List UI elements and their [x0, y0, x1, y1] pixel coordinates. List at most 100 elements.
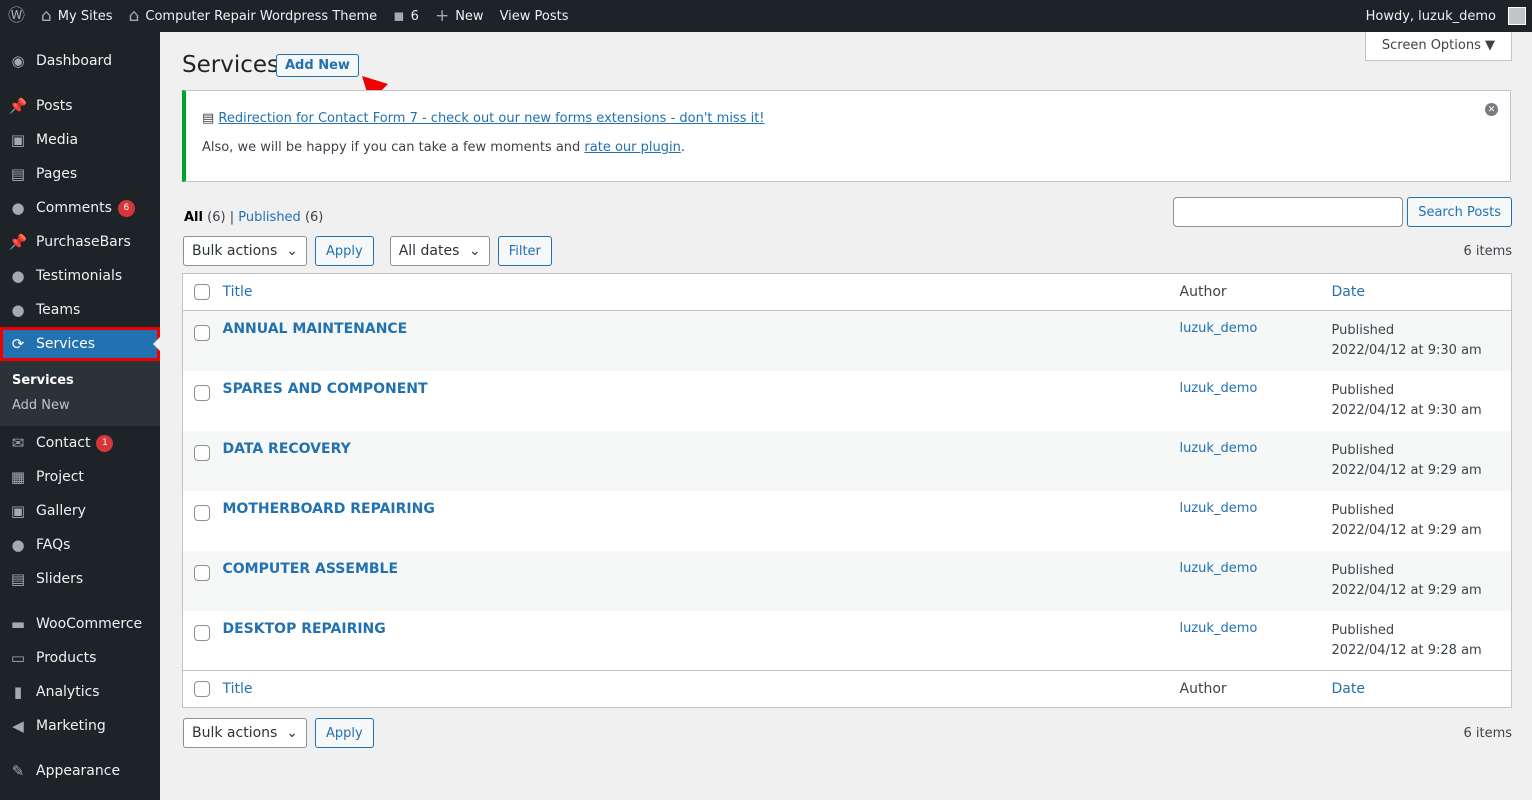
author-link[interactable]: luzuk_demo: [1180, 381, 1258, 396]
sort-title[interactable]: Title: [223, 284, 253, 300]
sidebar-item-purchasebars[interactable]: 📌 PurchaseBars: [0, 225, 160, 259]
page-title: Services: [182, 52, 279, 78]
sidebar-item-products[interactable]: ▭ Products: [0, 641, 160, 675]
account-menu[interactable]: Howdy, luzuk_demo: [1358, 0, 1532, 32]
post-date: 2022/04/12 at 9:28 am: [1331, 642, 1482, 658]
teams-icon: ●: [11, 301, 25, 319]
row-checkbox[interactable]: [194, 564, 210, 581]
author-link[interactable]: luzuk_demo: [1180, 561, 1258, 576]
row-checkbox[interactable]: [194, 504, 210, 521]
screen-options-button[interactable]: Screen Options ▼: [1364, 32, 1512, 61]
sidebar-item-posts[interactable]: 📌 Posts: [0, 89, 160, 123]
table-row: COMPUTER ASSEMBLE luzuk_demo Published 2022…: [182, 550, 1512, 611]
mail-icon: ✉: [11, 434, 25, 452]
home-icon: ⌂: [128, 5, 140, 26]
rate-plugin-link[interactable]: rate our plugin: [584, 140, 680, 155]
post-status: Published: [1331, 382, 1395, 398]
row-title-link[interactable]: COMPUTER ASSEMBLE: [223, 561, 399, 577]
products-icon: ▭: [10, 649, 26, 667]
row-title-link[interactable]: DESKTOP REPAIRING: [223, 621, 386, 637]
sidebar-item-gallery[interactable]: ▣ Gallery: [0, 494, 160, 528]
comment-icon: ▪: [393, 5, 405, 26]
filter-all[interactable]: All: [184, 210, 203, 225]
bulk-actions-select[interactable]: Bulk actions ⌄: [183, 236, 307, 266]
new-content-link[interactable]: + New: [427, 0, 492, 32]
sidebar-item-services[interactable]: ⟳ Services: [0, 327, 160, 361]
sort-date[interactable]: Date: [1332, 681, 1365, 697]
brush-icon: ✎: [11, 762, 25, 780]
add-new-button[interactable]: Add New: [276, 54, 359, 77]
row-checkbox[interactable]: [194, 384, 210, 401]
bulk-actions-select[interactable]: Bulk actions ⌄: [183, 718, 307, 748]
table-row: DATA RECOVERY luzuk_demo Published 2022/04/…: [182, 430, 1512, 491]
author-header: Author: [1179, 670, 1332, 708]
row-title-link[interactable]: DATA RECOVERY: [223, 441, 351, 457]
search-box: Search Posts: [1173, 197, 1512, 227]
submenu-services[interactable]: Services: [0, 368, 160, 393]
view-posts-link[interactable]: View Posts: [492, 0, 577, 32]
table-row: DESKTOP REPAIRING luzuk_demo Published 2022…: [183, 611, 1512, 671]
post-status: Published: [1331, 442, 1395, 458]
author-link[interactable]: luzuk_demo: [1180, 441, 1258, 456]
site-name-link[interactable]: ⌂ Computer Repair Wordpress Theme: [121, 0, 386, 32]
pages-icon: ▤: [10, 165, 26, 183]
row-title-link[interactable]: ANNUAL MAINTENANCE: [223, 321, 408, 337]
sidebar-item-dashboard[interactable]: ◉ Dashboard: [0, 44, 160, 78]
row-checkbox[interactable]: [194, 325, 210, 341]
sidebar-item-marketing[interactable]: ◀ Marketing: [0, 709, 160, 743]
apply-button[interactable]: Apply: [315, 718, 374, 748]
dismiss-icon[interactable]: ✕: [1485, 103, 1498, 116]
comments-link[interactable]: ▪ 6: [385, 0, 427, 32]
post-date: 2022/04/12 at 9:29 am: [1331, 462, 1482, 478]
megaphone-icon: ◀: [12, 717, 24, 735]
sidebar-item-testimonials[interactable]: ● Testimonials: [0, 259, 160, 293]
row-checkbox[interactable]: [194, 444, 210, 461]
main-content: Screen Options ▼ Services Add New ▤ Redi…: [160, 32, 1532, 800]
sort-title[interactable]: Title: [223, 681, 253, 697]
post-date: 2022/04/12 at 9:30 am: [1331, 402, 1482, 418]
sidebar-item-pages[interactable]: ▤ Pages: [0, 157, 160, 191]
update-icon: ⟳: [11, 335, 25, 353]
slider-icon: ▤: [10, 570, 26, 588]
sidebar-item-project[interactable]: ▦ Project: [0, 460, 160, 494]
admin-sidebar: ◉ Dashboard 📌 Posts ▣ Media ▤ Pages ● Comments 6 📌 P…: [0, 32, 160, 800]
select-all-checkbox[interactable]: [194, 681, 210, 697]
select-all-checkbox[interactable]: [194, 284, 210, 300]
sidebar-item-analytics[interactable]: ▮ Analytics: [0, 675, 160, 709]
sidebar-item-woocommerce[interactable]: ▬ WooCommerce: [0, 607, 160, 641]
filter-button[interactable]: Filter: [497, 236, 552, 266]
my-sites-link[interactable]: ⌂ My Sites: [33, 0, 121, 32]
post-date: 2022/04/12 at 9:29 am: [1331, 522, 1482, 538]
pin-icon: 📌: [8, 97, 28, 115]
sidebar-item-faqs[interactable]: ● FAQs: [0, 528, 160, 562]
wordpress-logo-icon[interactable]: Ⓦ: [0, 0, 33, 32]
search-input[interactable]: [1173, 197, 1404, 227]
dates-select[interactable]: All dates ⌄: [389, 236, 490, 266]
count-badge: 1: [96, 434, 114, 452]
sidebar-item-sliders[interactable]: ▤ Sliders: [0, 562, 160, 596]
sidebar-item-appearance[interactable]: ✎ Appearance: [0, 754, 160, 788]
row-title-link[interactable]: MOTHERBOARD REPAIRING: [223, 501, 435, 517]
search-posts-button[interactable]: Search Posts: [1407, 197, 1512, 227]
sidebar-item-media[interactable]: ▣ Media: [0, 123, 160, 157]
sort-date[interactable]: Date: [1332, 284, 1365, 300]
row-checkbox[interactable]: [194, 624, 210, 641]
services-table: Title Author Date ANNUAL MAINTENANCE luzu…: [182, 273, 1512, 708]
sidebar-item-comments[interactable]: ● Comments 6: [0, 191, 160, 225]
row-title-link[interactable]: SPARES AND COMPONENT: [223, 381, 428, 397]
sidebar-item-teams[interactable]: ● Teams: [0, 293, 160, 327]
author-link[interactable]: luzuk_demo: [1180, 621, 1258, 636]
chevron-down-icon: ⌄: [286, 243, 298, 259]
author-link[interactable]: luzuk_demo: [1180, 501, 1258, 516]
table-row: MOTHERBOARD REPAIRING luzuk_demo Published…: [183, 491, 1512, 551]
apply-button[interactable]: Apply: [315, 236, 374, 266]
status-filters: All (6) | Published (6): [184, 210, 324, 225]
sidebar-item-contact[interactable]: ✉ Contact 1: [0, 426, 160, 460]
filter-published[interactable]: Published: [238, 210, 301, 225]
tablenav-bottom: Bulk actions ⌄ Apply 6 items: [183, 718, 1512, 748]
submenu-add-new[interactable]: Add New: [0, 393, 160, 418]
notice-link[interactable]: Redirection for Contact Form 7 - check o…: [218, 111, 764, 126]
author-link[interactable]: luzuk_demo: [1180, 321, 1258, 336]
plus-icon: +: [434, 5, 450, 26]
pin-icon: 📌: [8, 233, 28, 251]
